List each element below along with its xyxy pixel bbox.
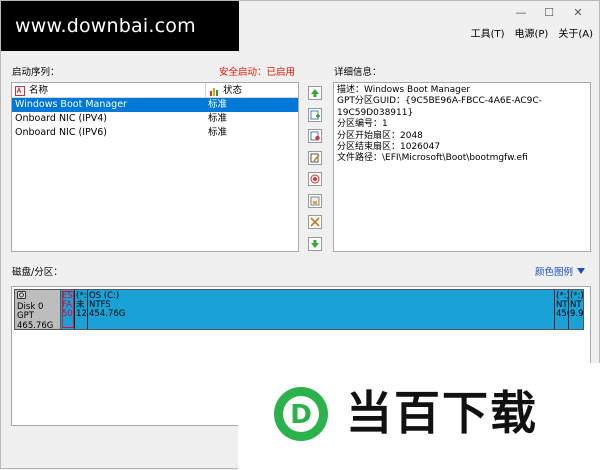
boot-entry-name: Windows Boot Manager xyxy=(15,99,127,110)
secure-boot-status: 安全启动：已启用 xyxy=(219,67,296,78)
partition-recovery-1[interactable]: (*:) NT 450 xyxy=(555,290,569,329)
backup-button[interactable] xyxy=(308,193,322,208)
edit-entry-button[interactable] xyxy=(308,150,322,165)
boot-entry-list[interactable]: 名称 状态 Windows Boot Manager 标准 Onboard NI… xyxy=(11,82,299,252)
disk-bar[interactable]: Disk 0 GPT 465.76G ESI FA 500 (*:) 未 128… xyxy=(14,289,584,330)
details-label: 详细信息： xyxy=(334,67,382,78)
move-down-button[interactable] xyxy=(308,236,322,251)
boot-entry-name: Onboard NIC (IPV4) xyxy=(15,113,107,124)
repair-button[interactable] xyxy=(308,215,322,229)
menu-bar: 工具(T) 电源(P) 关于(A) xyxy=(471,25,593,40)
close-button[interactable]: ✕ xyxy=(564,4,592,22)
app-window: www.downbai.com — ☐ ✕ 工具(T) 电源(P) 关于(A) … xyxy=(0,0,600,470)
boot-sequence-label: 启动序列： xyxy=(12,67,60,78)
menu-tools[interactable]: 工具(T) xyxy=(471,25,505,40)
entry-toolbar xyxy=(308,86,324,258)
boot-entry-status: 标准 xyxy=(208,99,228,110)
partition-recovery-2[interactable]: (*:) NT 9.9 xyxy=(569,290,583,329)
menu-power[interactable]: 电源(P) xyxy=(515,25,549,40)
detail-line: 文件路径：\EFI\Microsoft\Boot\bootmgfw.efi xyxy=(337,153,528,164)
boot-entry-status: 标准 xyxy=(208,113,228,124)
backup-icon xyxy=(310,196,320,205)
boot-entry-name: Onboard NIC (IPV6) xyxy=(15,127,107,138)
status-column-icon xyxy=(210,87,218,96)
brand-watermark: D 当百下载 xyxy=(238,363,600,470)
boot-entry-row[interactable]: Onboard NIC (IPV6) 标准 xyxy=(12,126,298,140)
partition-os[interactable]: OS (C:) NTFS 454.76G xyxy=(88,290,555,329)
list-header: 名称 状态 xyxy=(12,83,298,98)
partition-msr[interactable]: (*:) 未 128 xyxy=(75,290,88,329)
move-up-icon xyxy=(311,89,319,97)
menu-about[interactable]: 关于(A) xyxy=(558,25,593,40)
maximize-button[interactable]: ☐ xyxy=(535,4,563,22)
column-header-status[interactable]: 状态 xyxy=(206,83,298,98)
set-default-button[interactable] xyxy=(308,172,322,186)
boot-entry-row[interactable]: Windows Boot Manager 标准 xyxy=(12,98,298,112)
brand-text: 当百下载 xyxy=(346,386,538,440)
set-default-icon xyxy=(310,174,320,184)
detail-line: GPT分区GUID：{9C5BE96A-FBCC-4A6E-AC9C-19C59… xyxy=(337,96,542,118)
boot-entry-row[interactable]: Onboard NIC (IPV4) 标准 xyxy=(12,112,298,126)
move-down-icon xyxy=(311,239,319,248)
disk-info[interactable]: Disk 0 GPT 465.76G xyxy=(15,290,61,330)
chevron-down-icon xyxy=(577,268,586,274)
watermark-banner: www.downbai.com xyxy=(1,1,239,51)
svg-text:D: D xyxy=(290,400,312,430)
repair-icon xyxy=(310,217,320,227)
detail-line: 分区开始扇区：2048 xyxy=(337,130,423,141)
name-column-icon xyxy=(15,85,25,96)
boot-entry-status: 标准 xyxy=(208,127,228,138)
detail-line: 描述：Windows Boot Manager xyxy=(337,85,471,95)
add-entry-icon xyxy=(310,110,320,119)
brand-logo-icon: D xyxy=(274,387,328,441)
delete-entry-icon xyxy=(310,131,320,141)
details-panel[interactable]: 描述：Windows Boot Manager GPT分区GUID：{9C5BE… xyxy=(333,82,591,252)
disk-partition-label: 磁盘/分区： xyxy=(12,267,63,278)
minimize-button[interactable]: — xyxy=(507,4,535,22)
color-legend-link[interactable]: 颜色图例 xyxy=(535,264,586,278)
partition-esp[interactable]: ESI FA 500 xyxy=(61,290,75,329)
column-header-name[interactable]: 名称 xyxy=(12,83,206,98)
detail-line: 分区结束扇区：1026047 xyxy=(337,142,441,153)
edit-entry-icon xyxy=(310,153,320,162)
add-entry-button[interactable] xyxy=(308,107,322,122)
delete-entry-button[interactable] xyxy=(308,129,322,143)
move-up-button[interactable] xyxy=(308,86,322,100)
disk-icon xyxy=(17,291,26,299)
detail-line: 分区编号：1 xyxy=(337,119,388,130)
